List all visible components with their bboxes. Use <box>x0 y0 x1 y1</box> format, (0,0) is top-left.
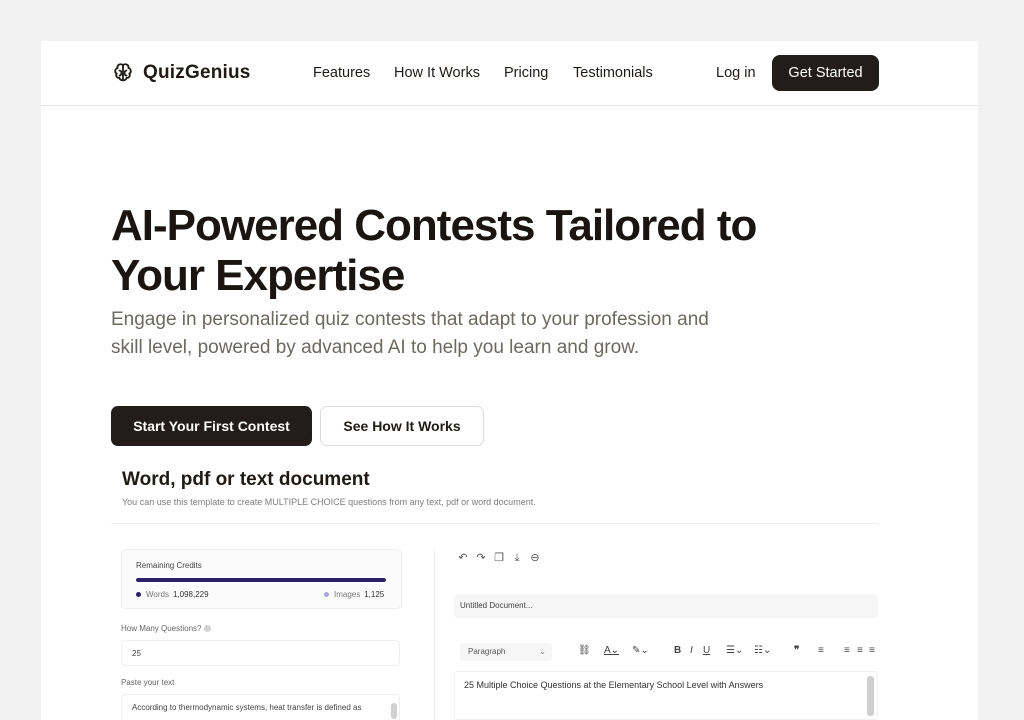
credits-progress-fill <box>136 578 386 582</box>
words-credit: Words 1,098,229 <box>136 590 209 599</box>
link-icon[interactable]: ⛓ <box>578 644 591 658</box>
editor-scrollbar[interactable] <box>867 676 874 716</box>
align-left-icon[interactable]: ≡ <box>844 644 850 658</box>
document-editor[interactable]: 25 Multiple Choice Questions at the Elem… <box>454 671 878 720</box>
words-value: 1,098,229 <box>172 590 209 599</box>
question-count-label-text: How Many Questions? <box>121 624 202 633</box>
get-started-button[interactable]: Get Started <box>772 55 879 91</box>
nav-link-pricing[interactable]: Pricing <box>504 65 548 81</box>
question-count-input[interactable]: 25 <box>121 640 400 666</box>
images-dot-icon <box>324 592 329 597</box>
product-preview: Word, pdf or text document You can use t… <box>111 461 878 720</box>
bullet-list-icon[interactable]: ☰⌄ <box>726 644 743 658</box>
brain-icon <box>114 63 132 82</box>
top-navbar: QuizGenius Features How It Works Pricing… <box>41 41 978 106</box>
words-label: Words <box>146 590 169 599</box>
quote-icon[interactable]: ❞ <box>794 644 799 658</box>
align-center-icon[interactable]: ≡ <box>857 644 863 658</box>
hero-subtitle: Engage in personalized quiz contests tha… <box>111 309 709 358</box>
words-dot-icon <box>136 592 141 597</box>
info-icon[interactable] <box>204 625 212 632</box>
see-how-it-works-button[interactable]: See How It Works <box>320 406 484 446</box>
align-right-icon[interactable]: ≡ <box>869 644 875 658</box>
question-count-label: How Many Questions? <box>121 624 212 633</box>
images-credit: Images 1,125 <box>324 590 384 599</box>
preview-description: You can use this template to create MULT… <box>122 497 536 507</box>
document-title: Untitled Document... <box>460 601 533 610</box>
preview-divider <box>111 523 878 524</box>
nav-link-features[interactable]: Features <box>313 65 370 81</box>
hero-title-line-2: Your Expertise <box>111 251 405 300</box>
highlight-icon[interactable]: ✎⌄ <box>632 644 649 658</box>
font-color-icon[interactable]: A⌄ <box>604 644 619 658</box>
hero-title-line-1: AI-Powered Contests Tailored to <box>111 201 757 250</box>
editor-action-toolbar: ↶ ↷ ❐ ⤓ ⊖ <box>456 551 542 565</box>
images-value: 1,125 <box>364 590 385 599</box>
images-label: Images <box>334 590 361 599</box>
start-first-contest-button[interactable]: Start Your First Contest <box>111 406 312 446</box>
brand-name: QuizGenius <box>143 62 251 83</box>
credits-progress-bar <box>136 578 386 582</box>
download-icon[interactable]: ⤓ <box>510 551 524 565</box>
paste-text-content: According to thermodynamic systems, heat… <box>132 703 362 712</box>
hero-title: AI-Powered Contests Tailored to Your Exp… <box>111 201 871 301</box>
redo-icon[interactable]: ↷ <box>474 551 488 565</box>
italic-icon[interactable]: I <box>690 644 693 658</box>
bold-icon[interactable]: B <box>674 644 681 658</box>
copy-icon[interactable]: ❐ <box>492 551 506 565</box>
undo-icon[interactable]: ↶ <box>456 551 470 565</box>
panel-divider <box>434 549 435 720</box>
underline-icon[interactable]: U <box>703 644 710 658</box>
numbered-list-icon[interactable]: ☷⌄ <box>754 644 771 658</box>
chevron-down-icon: ⌄ <box>539 647 546 656</box>
credits-title: Remaining Credits <box>136 561 202 570</box>
paste-scrollbar[interactable] <box>391 703 397 719</box>
editor-text: 25 Multiple Choice Questions at the Elem… <box>464 680 764 690</box>
nav-link-testimonials[interactable]: Testimonials <box>573 65 653 81</box>
minus-circle-icon[interactable]: ⊖ <box>528 551 542 565</box>
formatting-toolbar: Paragraph ⌄ ⛓ A⌄ ✎⌄ B I U ☰⌄ ☷⌄ ❞ ≡ ≡ ≡ … <box>454 639 878 665</box>
paragraph-style-value: Paragraph <box>468 647 506 656</box>
paste-text-label: Paste your text <box>121 678 175 687</box>
code-block-icon[interactable]: ≡ <box>818 644 824 658</box>
paste-text-area[interactable]: According to thermodynamic systems, heat… <box>121 694 400 720</box>
login-link[interactable]: Log in <box>716 65 756 81</box>
preview-title: Word, pdf or text document <box>122 469 370 490</box>
brand-logo[interactable]: QuizGenius <box>111 61 251 85</box>
landing-page: QuizGenius Features How It Works Pricing… <box>41 41 978 720</box>
nav-link-how-it-works[interactable]: How It Works <box>394 65 480 81</box>
paragraph-style-select[interactable]: Paragraph ⌄ <box>460 643 552 661</box>
document-title-field[interactable]: Untitled Document... <box>454 594 878 618</box>
remaining-credits-card: Remaining Credits Words 1,098,229 Images… <box>121 549 402 609</box>
